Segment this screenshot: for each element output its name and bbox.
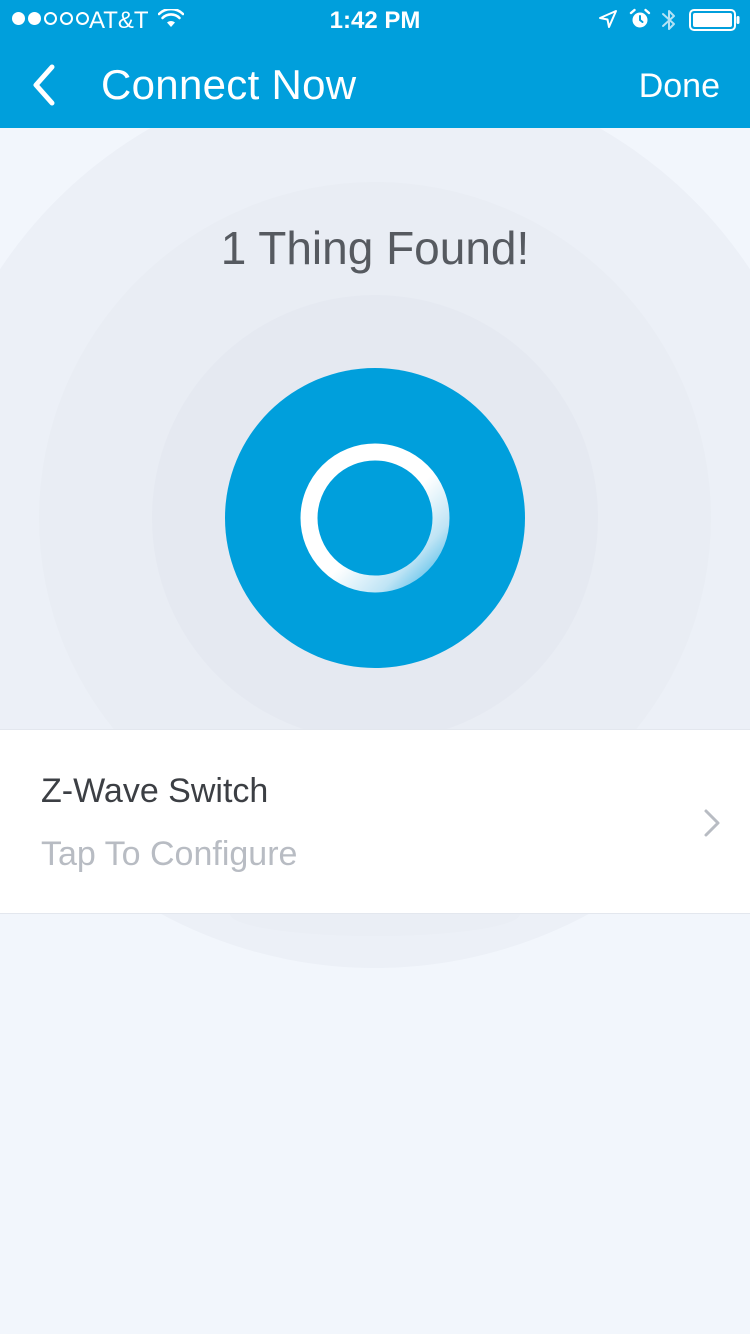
page-title: Connect Now: [101, 61, 357, 108]
bluetooth-icon: [662, 10, 675, 30]
navigation-bar: Connect Now Done: [0, 40, 750, 128]
done-button[interactable]: Done: [639, 64, 720, 108]
found-count-title: 1 Thing Found!: [220, 222, 530, 274]
device-name: Z-Wave Switch: [41, 772, 269, 810]
device-action-hint: Tap To Configure: [41, 835, 298, 873]
spinner-ring-icon: [300, 443, 450, 593]
list-item-device[interactable]: Z-Wave Switch Tap To Configure: [0, 729, 750, 914]
app-header: AT&T 1:42 PM Connect Now Done: [0, 0, 750, 128]
alarm-icon: [629, 8, 651, 28]
chevron-left-icon: [33, 64, 55, 106]
battery-icon: [689, 9, 740, 31]
back-button[interactable]: [22, 60, 66, 110]
status-bar: AT&T 1:42 PM: [0, 0, 750, 40]
location-arrow-icon: [599, 10, 617, 28]
chevron-right-icon: [704, 809, 720, 837]
